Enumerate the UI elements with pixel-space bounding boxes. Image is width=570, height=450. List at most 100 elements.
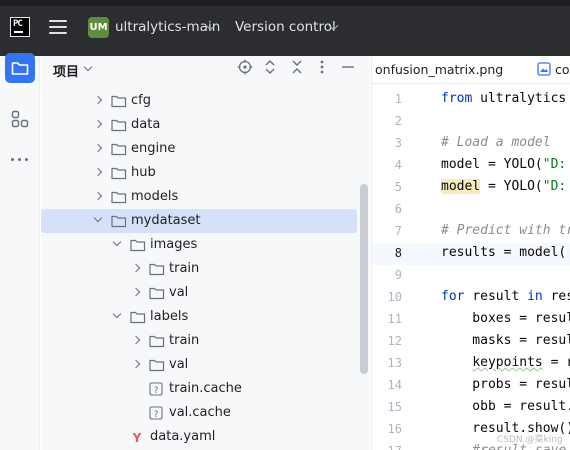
- chevron-down-icon[interactable]: [83, 62, 93, 72]
- code-line[interactable]: 14 probs = resul: [372, 375, 570, 397]
- line-number: 2: [394, 114, 402, 128]
- code-line[interactable]: 15 obb = result.: [372, 397, 570, 419]
- code-text: # Load a model: [441, 135, 551, 150]
- folder-icon: [149, 262, 165, 280]
- code-text: boxes = resul: [441, 311, 570, 326]
- code-text: probs = resul: [441, 377, 570, 392]
- chevron-down-icon[interactable]: [112, 309, 122, 319]
- code-text: for result in res: [441, 289, 570, 304]
- tree-item-label: models: [131, 189, 179, 204]
- tree-folder-train[interactable]: train: [41, 329, 357, 353]
- folder-icon: [111, 118, 127, 136]
- editor-tab-bar: onfusion_matrix.png co: [372, 56, 570, 84]
- line-number: 7: [394, 224, 402, 238]
- line-number: 6: [394, 202, 402, 216]
- chevron-down-icon[interactable]: [112, 237, 122, 247]
- tree-item-label: images: [150, 237, 198, 252]
- code-line[interactable]: 13 keypoints = r: [372, 353, 570, 375]
- tab-second[interactable]: co: [555, 62, 570, 77]
- tree-folder-data[interactable]: data: [41, 113, 357, 137]
- logo-text: PC: [13, 19, 23, 29]
- tool-window-strip: [0, 53, 40, 450]
- tree-scrollbar[interactable]: [360, 184, 368, 374]
- tree-folder-cfg[interactable]: cfg: [41, 89, 357, 113]
- tree-item-label: val: [169, 285, 189, 300]
- code-text: # Predict with tr: [441, 223, 570, 238]
- line-number: 16: [387, 422, 402, 436]
- project-panel: 项目 cfg data engine hub models mydataset images…: [41, 56, 370, 450]
- chevron-down-icon[interactable]: [93, 213, 103, 223]
- tree-folder-val[interactable]: val: [41, 353, 357, 377]
- hide-icon[interactable]: [341, 59, 355, 75]
- folder-icon: [149, 286, 165, 304]
- code-line[interactable]: 11 boxes = resul: [372, 309, 570, 331]
- line-number: 3: [394, 136, 402, 150]
- code-line[interactable]: 6: [372, 199, 570, 221]
- tree-folder-hub[interactable]: hub: [41, 161, 357, 185]
- code-line[interactable]: 5 model = YOLO("D:: [372, 177, 570, 199]
- chevron-right-icon[interactable]: [131, 263, 141, 273]
- project-tool-button[interactable]: [5, 53, 35, 83]
- structure-icon[interactable]: [11, 110, 29, 128]
- project-name-dropdown[interactable]: ultralytics-main: [115, 19, 220, 35]
- code-line[interactable]: 2: [372, 111, 570, 133]
- options-icon[interactable]: [319, 59, 325, 75]
- code-line[interactable]: 8 results = model(: [372, 243, 570, 265]
- line-number: 10: [387, 290, 402, 304]
- tree-folder-val[interactable]: val: [41, 281, 357, 305]
- version-control-dropdown[interactable]: Version control: [235, 19, 336, 35]
- code-text: model = YOLO("D:: [441, 179, 567, 194]
- tree-item-label: val.cache: [169, 405, 231, 420]
- locate-icon[interactable]: [237, 59, 253, 75]
- chevron-right-icon[interactable]: [131, 335, 141, 345]
- code-line[interactable]: 7 # Predict with tr: [372, 221, 570, 243]
- folder-icon: [149, 334, 165, 352]
- editor-pane: onfusion_matrix.png co 1 from ultralytics…: [371, 56, 570, 450]
- line-number: 8: [394, 246, 402, 260]
- tree-folder-train[interactable]: train: [41, 257, 357, 281]
- tree-folder-images[interactable]: images: [41, 233, 357, 257]
- tree-file-data-yaml[interactable]: Ydata.yaml: [41, 425, 357, 449]
- line-number: 13: [387, 356, 402, 370]
- folder-icon: [130, 238, 146, 256]
- tab-confusion-matrix[interactable]: onfusion_matrix.png: [375, 62, 503, 77]
- code-line[interactable]: 4 model = YOLO("D:: [372, 155, 570, 177]
- image-file-icon: [537, 62, 551, 76]
- pycharm-logo-icon[interactable]: PC: [10, 17, 30, 37]
- tree-folder-labels[interactable]: labels: [41, 305, 357, 329]
- code-line[interactable]: 1 from ultralytics: [372, 89, 570, 111]
- tree-item-label: hub: [131, 165, 156, 180]
- tree-file-val-cache[interactable]: ? val.cache: [41, 401, 357, 425]
- tree-item-label: mydataset: [131, 213, 201, 228]
- tree-folder-models[interactable]: models: [41, 185, 357, 209]
- collapse-all-icon[interactable]: [290, 59, 304, 75]
- chevron-right-icon[interactable]: [93, 191, 103, 201]
- chevron-right-icon[interactable]: [93, 119, 103, 129]
- code-line[interactable]: 12 masks = resul: [372, 331, 570, 353]
- tree-folder-engine[interactable]: engine: [41, 137, 357, 161]
- code-line[interactable]: 9: [372, 265, 570, 287]
- folder-icon: [111, 190, 127, 208]
- tree-item-label: train: [169, 333, 200, 348]
- panel-title[interactable]: 项目: [53, 61, 79, 80]
- tree-item-label: train.cache: [169, 381, 242, 396]
- expand-all-icon[interactable]: [263, 59, 277, 75]
- code-line[interactable]: 10 for result in res: [372, 287, 570, 309]
- code-line[interactable]: 3 # Load a model: [372, 133, 570, 155]
- title-bar: PC UM ultralytics-main Version control: [0, 0, 570, 56]
- chevron-right-icon[interactable]: [93, 143, 103, 153]
- tree-folder-mydataset[interactable]: mydataset: [41, 209, 357, 233]
- project-badge[interactable]: UM: [88, 17, 109, 38]
- svg-text:?: ?: [154, 410, 159, 420]
- chevron-right-icon[interactable]: [131, 287, 141, 297]
- code-area[interactable]: 1 from ultralytics 2 3 # Load a model 4 model …: [372, 89, 570, 450]
- folder-icon: [111, 214, 127, 232]
- chevron-right-icon[interactable]: [93, 167, 103, 177]
- code-text: keypoints = r: [472, 355, 570, 370]
- chevron-right-icon[interactable]: [131, 359, 141, 369]
- chevron-right-icon[interactable]: [93, 95, 103, 105]
- main-menu-icon[interactable]: [49, 19, 67, 35]
- more-icon[interactable]: [10, 156, 30, 162]
- watermark: CSDN @菜king: [497, 435, 563, 445]
- tree-file-train-cache[interactable]: ? train.cache: [41, 377, 357, 401]
